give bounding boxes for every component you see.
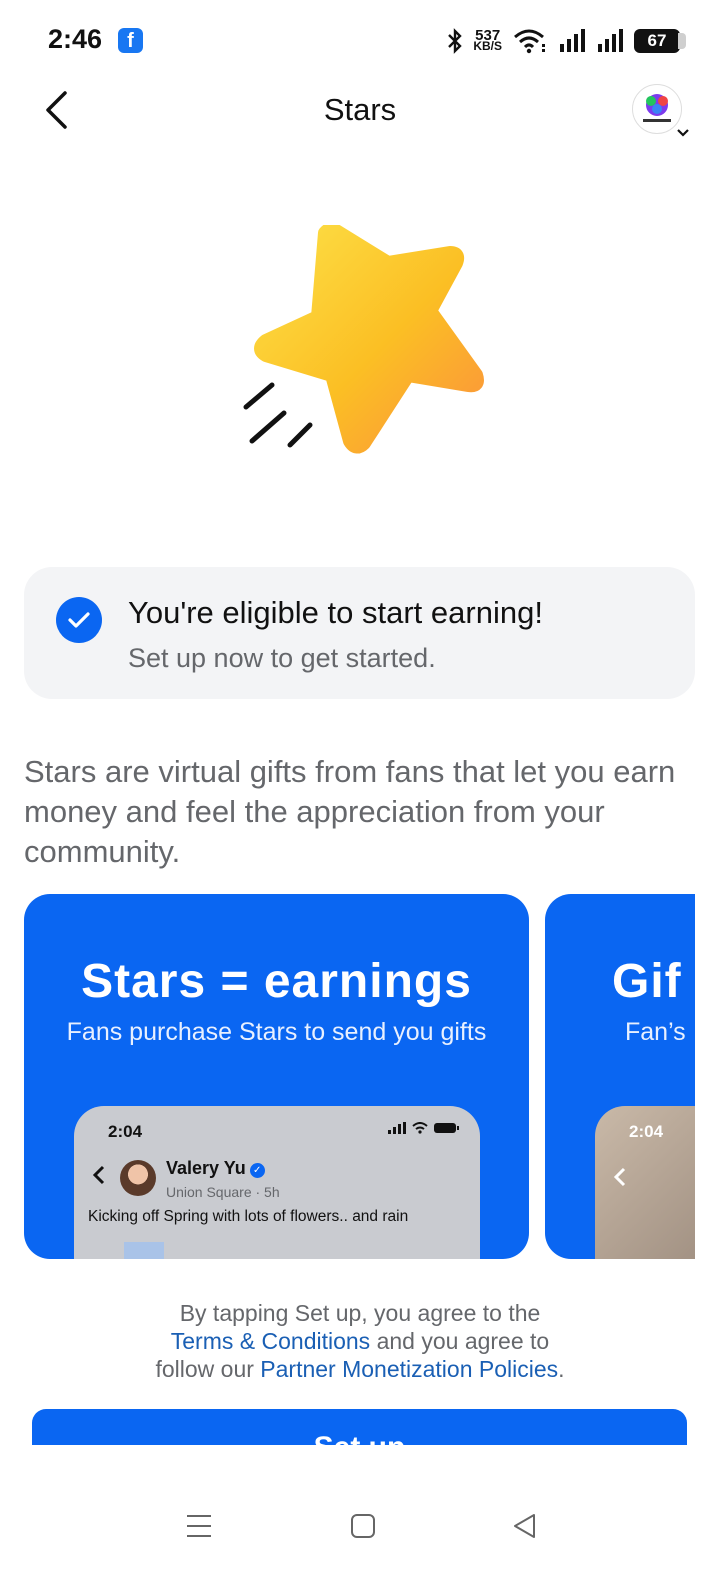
header: Stars [0, 80, 720, 140]
net-speed: 537 KB/S [473, 28, 502, 53]
status-time: 2:46 [48, 24, 103, 54]
wifi-icon [514, 29, 545, 54]
eligibility-subtitle: Set up now to get started. [128, 643, 436, 673]
legal-line-2: Terms & Conditions and you agree to [0, 1327, 720, 1355]
home-button[interactable] [343, 1506, 383, 1546]
page-title: Stars [323, 92, 397, 127]
phone-mockup: 2:04 Valery Yu ✓ Union Square · 5h Kickin… [74, 1106, 480, 1259]
eligibility-title: You're eligible to start earning! [128, 595, 543, 630]
post-text: Kicking off Spring with lots of flowers.… [88, 1208, 409, 1225]
legal-text: By tapping Set up, you agree to the Term… [0, 1299, 720, 1383]
battery-icon [434, 1123, 459, 1133]
battery-icon: 67 [634, 29, 686, 53]
chevron-down-icon [677, 129, 689, 137]
bottom-sheet: By tapping Set up, you agree to the Term… [0, 1259, 720, 1445]
slide-title: Gif [612, 955, 682, 1008]
phone-mockup: 2:04 [595, 1106, 695, 1259]
signal-icon-2 [598, 29, 623, 52]
legal-line-3: follow our Partner Monetization Policies… [0, 1355, 720, 1383]
setup-button-label: Set up [32, 1431, 687, 1445]
feature-carousel[interactable]: Stars = earnings Fans purchase Stars to … [24, 894, 695, 1259]
menu-icon [187, 1515, 211, 1537]
stars-description: Stars are virtual gifts from fans that l… [24, 754, 676, 869]
post-image [124, 1242, 164, 1259]
post-meta: Union Square · 5h [166, 1184, 280, 1200]
slide-subtitle: Fans purchase Stars to send you gifts [66, 1018, 487, 1046]
back-chevron-icon [613, 1167, 626, 1187]
phone-status-icons [388, 1122, 460, 1134]
net-speed-unit: KB/S [473, 39, 502, 53]
legal-line-2-text: and you agree to [370, 1328, 550, 1354]
status-indicators: 537 KB/S 67 [447, 24, 686, 58]
avatar [632, 84, 682, 134]
facebook-notification-icon: f [118, 28, 143, 53]
brand-logo-icon [643, 94, 671, 122]
carousel-slide[interactable]: Gif Fan’s 2:04 [545, 894, 695, 1259]
bluetooth-icon [448, 28, 463, 54]
post-author-name: Valery Yu [166, 1158, 246, 1178]
verified-icon: ✓ [249, 1163, 265, 1178]
status-bar: 2:46 f 537 KB/S 67 [0, 0, 720, 80]
recents-button[interactable] [179, 1506, 219, 1546]
home-icon [351, 1514, 375, 1538]
check-icon [56, 597, 102, 643]
star-icon [243, 225, 484, 454]
system-back-button[interactable] [505, 1506, 545, 1546]
profile-switcher[interactable] [632, 84, 689, 140]
back-triangle-icon [514, 1514, 535, 1538]
legal-line-3-suffix: . [558, 1356, 565, 1382]
system-nav-bar [0, 1470, 720, 1570]
wifi-icon [412, 1122, 428, 1134]
signal-icon [560, 29, 585, 52]
legal-line-3-prefix: follow our [155, 1356, 261, 1382]
carousel-slide[interactable]: Stars = earnings Fans purchase Stars to … [24, 894, 529, 1259]
slide-subtitle: Fan’s [625, 1018, 686, 1046]
phone-time: 2:04 [108, 1122, 143, 1141]
signal-icon [388, 1122, 406, 1134]
slide-title: Stars = earnings [81, 955, 472, 1008]
policies-link[interactable]: Partner Monetization Policies [260, 1356, 558, 1382]
back-chevron-icon [92, 1165, 105, 1185]
legal-line-1: By tapping Set up, you agree to the [179, 1300, 541, 1326]
phone-time: 2:04 [629, 1122, 664, 1141]
post-author: Valery Yu ✓ [166, 1158, 265, 1179]
terms-link[interactable]: Terms & Conditions [171, 1328, 370, 1354]
setup-button[interactable]: Set up [32, 1409, 687, 1445]
avatar [120, 1160, 156, 1196]
eligibility-card: You're eligible to start earning! Set up… [24, 567, 695, 699]
